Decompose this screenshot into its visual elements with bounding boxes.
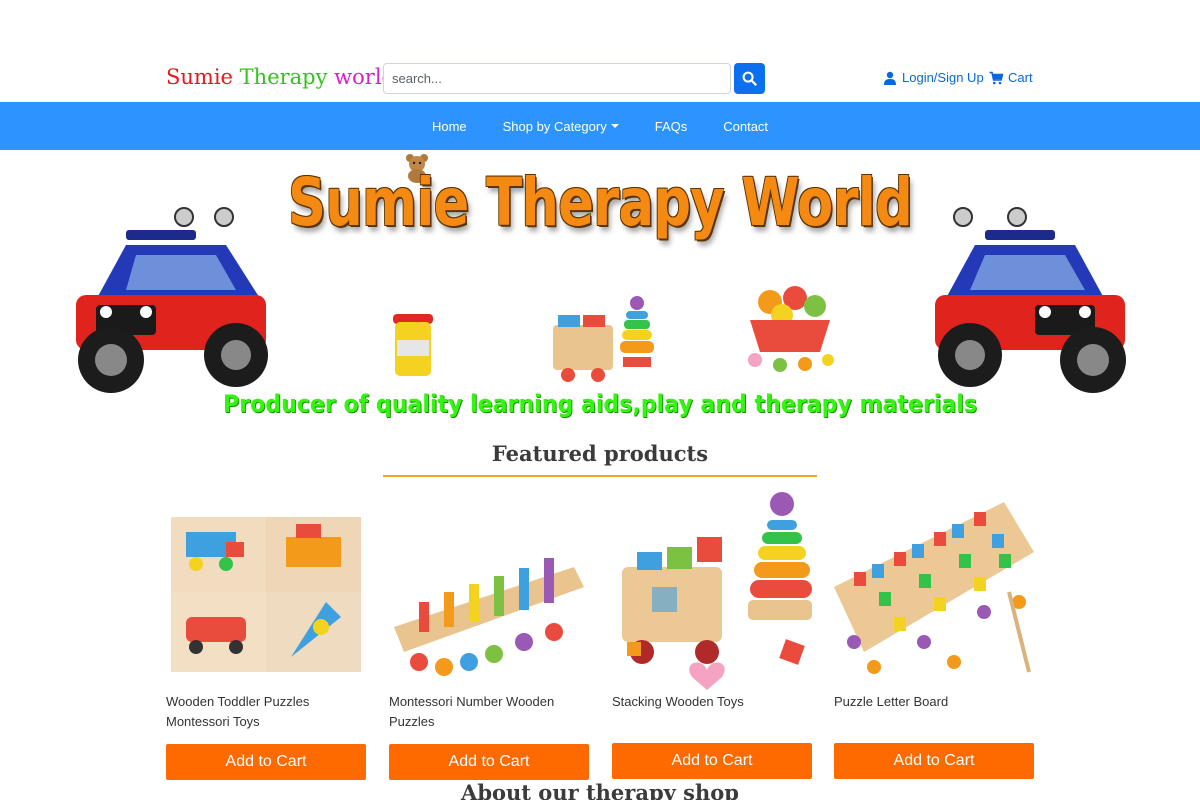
- wooden-shape-sorter-image: [553, 296, 654, 382]
- product-card: Stacking Wooden Toys Add to Cart: [612, 492, 812, 779]
- add-to-cart-button[interactable]: Add to Cart: [166, 744, 366, 780]
- product-image[interactable]: [834, 492, 1034, 692]
- cart-label: Cart: [1008, 70, 1033, 85]
- featured-products-heading: Featured products: [491, 441, 709, 466]
- chevron-down-icon: [610, 124, 619, 128]
- logo-word-1: Sumie: [166, 65, 233, 89]
- product-image[interactable]: [389, 492, 589, 692]
- nav-item-label: Shop by Category: [502, 118, 607, 134]
- product-card: Wooden Toddler Puzzles Montessori Toys A…: [166, 492, 366, 780]
- nav-item-shop-by-category[interactable]: Shop by Category: [503, 119, 619, 134]
- toy-jeep-right-image: [935, 207, 1126, 393]
- product-name[interactable]: Stacking Wooden Toys: [612, 692, 812, 712]
- search-button[interactable]: [734, 63, 765, 94]
- search-input[interactable]: [383, 63, 731, 94]
- add-to-cart-button[interactable]: Add to Cart: [612, 743, 812, 779]
- search-icon: [742, 71, 757, 86]
- product-image[interactable]: [166, 492, 366, 692]
- hero-banner: Sumie Therapy World Producer of quality …: [0, 150, 1200, 435]
- main-nav: Home Shop by Category FAQs Contact: [0, 102, 1200, 150]
- add-to-cart-button[interactable]: Add to Cart: [834, 743, 1034, 779]
- site-logo[interactable]: Sumie Therapy world: [166, 65, 395, 89]
- product-name[interactable]: Montessori Number Wooden Puzzles: [389, 692, 589, 732]
- nav-item-home[interactable]: Home: [432, 119, 467, 134]
- cart-link[interactable]: Cart: [989, 70, 1033, 85]
- product-name[interactable]: Puzzle Letter Board: [834, 692, 1034, 712]
- product-card: Montessori Number Wooden Puzzles Add to …: [389, 492, 589, 780]
- logo-word-2: Therapy: [239, 65, 328, 89]
- product-image[interactable]: [612, 492, 812, 692]
- login-label: Login/Sign Up: [902, 70, 984, 85]
- product-name[interactable]: Wooden Toddler Puzzles Montessori Toys: [166, 692, 366, 732]
- login-link[interactable]: Login/Sign Up: [883, 70, 984, 85]
- page: Sumie Therapy world Login/Sign Up: [0, 0, 1200, 800]
- nav-item-contact[interactable]: Contact: [723, 119, 768, 134]
- add-to-cart-button[interactable]: Add to Cart: [389, 744, 589, 780]
- toy-food-basket-image: [748, 286, 834, 372]
- toy-jeep-left-image: [76, 207, 268, 393]
- header: Sumie Therapy world Login/Sign Up: [0, 55, 1200, 101]
- cart-icon: [989, 71, 1003, 84]
- user-icon: [884, 71, 896, 85]
- product-card: Puzzle Letter Board Add to Cart: [834, 492, 1034, 779]
- heading-divider: [383, 475, 817, 477]
- about-heading: About our therapy shop: [461, 780, 739, 800]
- nav-item-faqs[interactable]: FAQs: [655, 119, 688, 134]
- play-dough-tub-image: [393, 314, 433, 376]
- banner-tagline: Producer of quality learning aids,play a…: [223, 390, 977, 418]
